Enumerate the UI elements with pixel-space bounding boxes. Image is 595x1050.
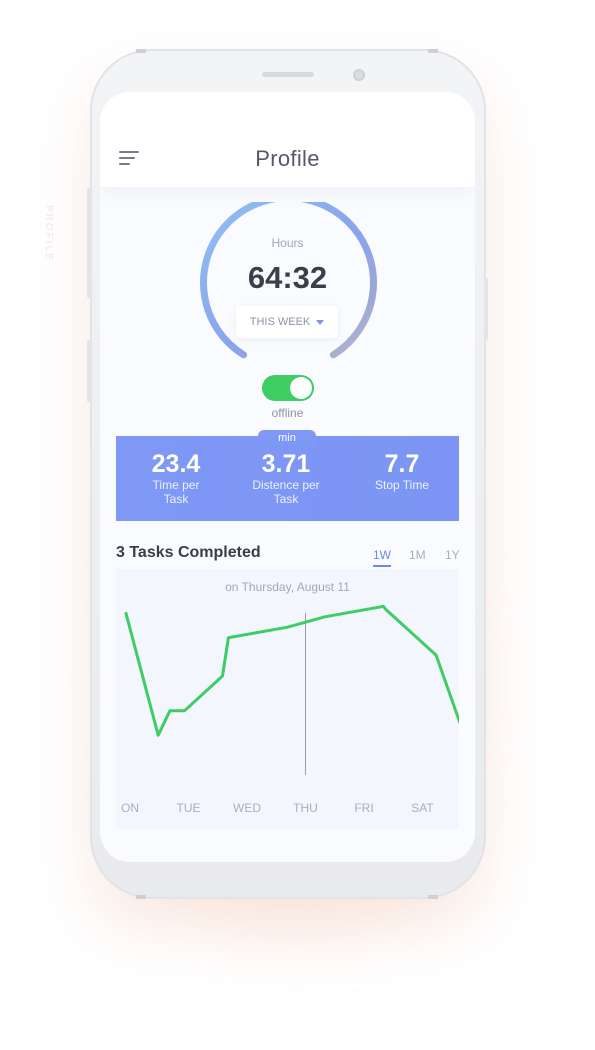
phone-speaker <box>262 72 314 77</box>
day-tick-label: WED <box>233 801 261 815</box>
stat-value: 3.71 <box>261 450 311 478</box>
online-toggle[interactable] <box>262 375 314 401</box>
day-tick-label: TUE <box>177 801 201 815</box>
caret-down-icon <box>316 319 325 325</box>
period-dropdown[interactable]: THIS WEEK <box>236 306 338 338</box>
period-dropdown-label: THIS WEEK <box>249 316 311 328</box>
antenna-line <box>136 895 146 899</box>
tasks-title: 3 Tasks Completed <box>116 544 261 561</box>
camera-icon <box>353 69 365 81</box>
day-tick-label: THU <box>293 801 318 815</box>
side-label: PROFILE <box>43 205 54 262</box>
antenna-line <box>136 49 146 53</box>
toggle-knob <box>290 377 312 399</box>
antenna-line <box>428 895 438 899</box>
day-tick-label: ON <box>121 801 139 815</box>
stat-distance-per-task: 3.71 Distence per Task <box>236 450 336 506</box>
stat-label: Task <box>163 492 189 506</box>
side-button <box>484 278 488 340</box>
tasks-series-line <box>124 604 459 737</box>
day-axis: ONTUEWEDTHUFRISATSU <box>121 801 434 815</box>
antenna-line <box>428 49 438 53</box>
app-header: Profile <box>100 92 475 187</box>
side-button <box>87 188 91 298</box>
stat-value: 7.7 <box>384 450 420 478</box>
unit-tab: min <box>258 430 316 446</box>
range-tab-1w[interactable]: 1W <box>373 548 391 567</box>
stat-label: Stop Time <box>374 478 430 492</box>
stat-label: Task <box>273 492 299 506</box>
day-tick-label: SAT <box>411 801 434 815</box>
app-screen: Profile Hours 64:32 THIS WEEK offline 23… <box>100 92 475 862</box>
day-tick-label: FRI <box>354 801 373 815</box>
toggle-label: offline <box>271 406 304 420</box>
stats-panel: 23.4 Time per Task 3.71 Distence per Tas… <box>116 436 459 521</box>
stat-time-per-task: 23.4 Time per Task <box>136 450 216 506</box>
stat-stop-time: 7.7 Stop Time <box>361 450 443 492</box>
tasks-line-chart: ONTUEWEDTHUFRISATSU <box>121 604 459 815</box>
gauge-value: 64:32 <box>247 260 328 295</box>
range-tab-1m[interactable]: 1M <box>409 548 426 562</box>
stat-label: Time per <box>152 478 200 492</box>
gauge-label: Hours <box>271 236 304 250</box>
range-tab-1y[interactable]: 1Y <box>445 548 460 562</box>
stat-label: Distence per <box>252 478 320 492</box>
stat-value: 23.4 <box>151 450 201 478</box>
page-title: Profile <box>255 146 320 171</box>
side-button <box>87 340 91 402</box>
